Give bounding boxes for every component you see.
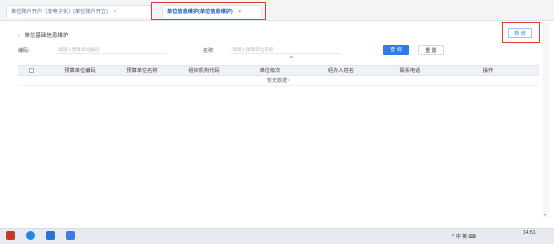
files-icon[interactable] xyxy=(46,231,55,240)
column-header: 操作 xyxy=(482,68,494,74)
column-header: 预算单位编码 xyxy=(64,68,96,74)
column-header: 联系电话 xyxy=(399,68,421,74)
scroll-down-icon[interactable]: ▾ xyxy=(544,212,546,217)
reset-button[interactable]: 重 置 xyxy=(418,45,444,55)
column-header: 单位级次 xyxy=(259,68,281,74)
page-title-text: 单位基础信息维护 xyxy=(24,33,69,39)
tray-icons[interactable]: ^ 中 英 ⌨ xyxy=(452,233,476,240)
tab-label: 单位账户开户（非电子化）(单位账户开立) xyxy=(11,9,108,15)
select-all-checkbox[interactable] xyxy=(29,68,34,73)
app-blue-icon[interactable] xyxy=(66,231,75,240)
back-arrow-icon[interactable]: ‹ xyxy=(18,33,20,39)
code-label: 编码: xyxy=(18,48,30,54)
page-title: ‹ 单位基础信息维护 xyxy=(18,31,68,39)
column-header: 组织机构代码 xyxy=(188,68,220,74)
column-header: 预算单位名称 xyxy=(126,68,158,74)
highlight-box-tab xyxy=(151,2,266,20)
highlight-box-add xyxy=(502,22,540,43)
empty-state: 暂无数据~ xyxy=(18,77,539,86)
clock[interactable]: 14:51 xyxy=(523,230,536,236)
tab-account-opening[interactable]: 单位账户开户（非电子化）(单位账户开立) × xyxy=(6,5,152,18)
collapse-icon[interactable]: ^ xyxy=(290,56,293,62)
column-header: 经办人姓名 xyxy=(328,68,354,74)
name-label: 名称: xyxy=(203,48,215,54)
name-input[interactable]: 请输入预算单位名称 xyxy=(230,45,340,54)
browser-icon[interactable] xyxy=(26,231,35,240)
code-input[interactable]: 请输入预算单位编码 xyxy=(56,45,166,54)
app-red-icon[interactable] xyxy=(6,231,15,240)
close-icon[interactable]: × xyxy=(113,9,116,15)
scrollbar[interactable]: ▾ xyxy=(543,22,549,218)
query-button[interactable]: 查 询 xyxy=(383,45,409,55)
table-header: 预算单位编码 预算单位名称 组织机构代码 单位级次 经办人姓名 联系电话 操作 xyxy=(18,65,539,76)
